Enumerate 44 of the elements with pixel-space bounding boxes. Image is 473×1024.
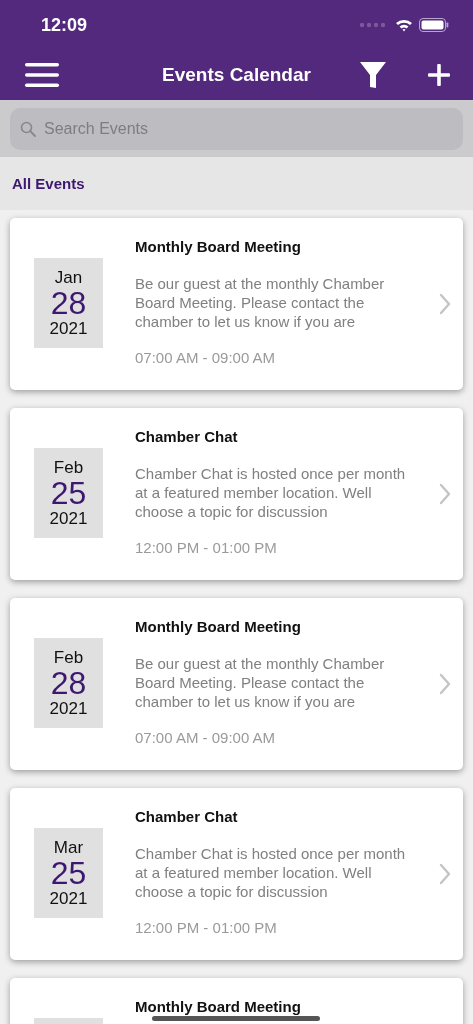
event-month: Feb xyxy=(53,459,84,476)
menu-button[interactable] xyxy=(24,62,60,88)
event-time: 12:00 PM - 01:00 PM xyxy=(135,919,278,936)
event-card[interactable]: Feb 28 2021 Monthly Board Meeting Be our guest at the monthly Chamber Board Meeting. Please contact the chamber to let us know if you are 07:00 AM - 09:00 AM xyxy=(10,598,463,770)
event-month: Mar xyxy=(53,839,84,856)
event-description: Chamber Chat is hosted once per month at a featured member location. Well choose a topic for discussion xyxy=(135,464,407,521)
event-title: Monthly Board Meeting xyxy=(135,998,302,1015)
chevron-right-icon xyxy=(439,863,451,885)
event-card[interactable]: Mar 25 2021 Chamber Chat Chamber Chat is hosted once per month at a featured member location. Well choose a topic for discussion 12:00 PM - 01:00 PM xyxy=(10,788,463,960)
status-time: 12:09 xyxy=(41,14,88,36)
event-year: 2021 xyxy=(49,890,88,907)
battery-icon xyxy=(419,18,449,32)
event-title: Monthly Board Meeting xyxy=(135,618,302,635)
nav-title: Events Calendar xyxy=(162,64,311,86)
event-year: 2021 xyxy=(49,320,88,337)
event-description: Be our guest at the monthly Chamber Board Meeting. Please contact the chamber to let us know if you are xyxy=(135,654,386,711)
event-year: 2021 xyxy=(49,510,88,527)
event-month: Feb xyxy=(53,649,84,666)
event-description: Chamber Chat is hosted once per month at a featured member location. Well choose a topic for discussion xyxy=(135,844,407,901)
event-title: Chamber Chat xyxy=(135,428,239,445)
chevron-right-icon xyxy=(439,483,451,505)
event-title: Monthly Board Meeting xyxy=(135,238,302,255)
event-month: Jan xyxy=(54,269,83,286)
wifi-icon xyxy=(395,18,413,32)
event-day: 25 xyxy=(50,857,87,889)
event-time: 07:00 AM - 09:00 AM xyxy=(135,349,277,366)
event-day: 25 xyxy=(50,477,87,509)
event-card[interactable]: Feb 25 2021 Chamber Chat Chamber Chat is hosted once per month at a featured member location. Well choose a topic for discussion 12:00 PM - 01:00 PM xyxy=(10,408,463,580)
event-title: Chamber Chat xyxy=(135,808,239,825)
section-label: All Events xyxy=(12,175,85,192)
chevron-right-icon xyxy=(439,293,451,315)
search-field[interactable]: Search Events xyxy=(10,108,463,150)
chevron-right-icon xyxy=(439,673,451,695)
add-button[interactable] xyxy=(427,63,451,87)
event-time: 12:00 PM - 01:00 PM xyxy=(135,539,278,556)
event-card[interactable]: Jan 28 2021 Monthly Board Meeting Be our guest at the monthly Chamber Board Meeting. Please contact the chamber to let us know if you are 07:00 AM - 09:00 AM xyxy=(10,218,463,390)
event-card[interactable]: Monthly Board Meeting xyxy=(10,978,463,1024)
event-description: Be our guest at the monthly Chamber Board Meeting. Please contact the chamber to let us know if you are xyxy=(135,274,386,331)
event-day: 28 xyxy=(50,287,87,319)
event-day: 28 xyxy=(50,667,87,699)
event-time: 07:00 AM - 09:00 AM xyxy=(135,729,277,746)
filter-button[interactable] xyxy=(359,61,387,89)
event-year: 2021 xyxy=(49,700,88,717)
search-icon xyxy=(20,121,36,137)
